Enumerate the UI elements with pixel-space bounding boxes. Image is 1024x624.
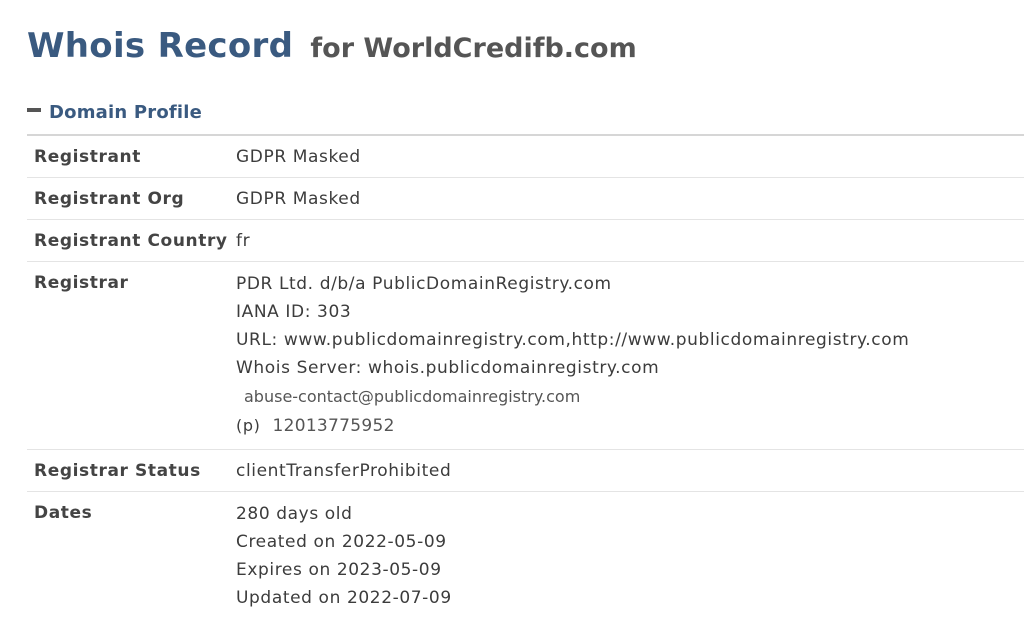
table-row: Dates 280 days old Created on 2022-05-09… [27, 492, 1024, 622]
registrar-phone: (p) 12013775952 [236, 412, 1024, 440]
registrar-url: URL: www.publicdomainregistry.com,http:/… [236, 330, 910, 350]
page-title: Whois Record for WorldCredifb.com [27, 26, 637, 66]
row-value-registrant-country: fr [236, 219, 1024, 262]
registrar-abuse-email-image: abuse-contact@publicdomainregistry.com [244, 387, 581, 406]
domain-age: 280 days old [236, 504, 353, 524]
table-row: Registrant Org GDPR Masked [27, 177, 1024, 220]
table-row: Registrar PDR Ltd. d/b/a PublicDomainReg… [27, 261, 1024, 450]
page-title-main: Whois Record [27, 26, 294, 66]
row-key-registrant: Registrant [27, 136, 236, 178]
row-value-registrant: GDPR Masked [236, 136, 1024, 178]
updated-date: Updated on 2022-07-09 [236, 588, 452, 608]
phone-prefix: (p) [236, 416, 261, 435]
row-value-registrar-status: clientTransferProhibited [236, 449, 1024, 492]
table-row: Registrant GDPR Masked [27, 136, 1024, 178]
section-label: Domain Profile [49, 101, 203, 123]
registrar-phone-image: 12013775952 [272, 416, 395, 436]
domain-profile-table: Registrant GDPR Masked Registrant Org GD… [27, 136, 1024, 621]
registrar-whois-server: Whois Server: whois.publicdomainregistry… [236, 358, 660, 378]
domain-profile-toggle[interactable]: Domain Profile [27, 99, 202, 125]
row-key-registrant-org: Registrant Org [27, 177, 236, 220]
page-title-domain: for WorldCredifb.com [310, 33, 637, 64]
table-row: Registrant Country fr [27, 219, 1024, 262]
row-value-dates: 280 days old Created on 2022-05-09 Expir… [236, 492, 1024, 622]
row-value-registrant-org: GDPR Masked [236, 177, 1024, 220]
minus-icon [27, 108, 41, 112]
expires-date: Expires on 2023-05-09 [236, 560, 442, 580]
table-row: Registrar Status clientTransferProhibite… [27, 449, 1024, 492]
created-date: Created on 2022-05-09 [236, 532, 447, 552]
row-value-registrar: PDR Ltd. d/b/a PublicDomainRegistry.com … [236, 261, 1024, 450]
row-key-dates: Dates [34, 503, 93, 523]
row-key-registrar: Registrar [27, 261, 236, 450]
registrar-name: PDR Ltd. d/b/a PublicDomainRegistry.com [236, 274, 612, 294]
row-key-registrant-country: Registrant Country [27, 219, 236, 262]
registrar-iana-id: IANA ID: 303 [236, 302, 352, 322]
row-key-registrar-status: Registrar Status [27, 449, 236, 492]
